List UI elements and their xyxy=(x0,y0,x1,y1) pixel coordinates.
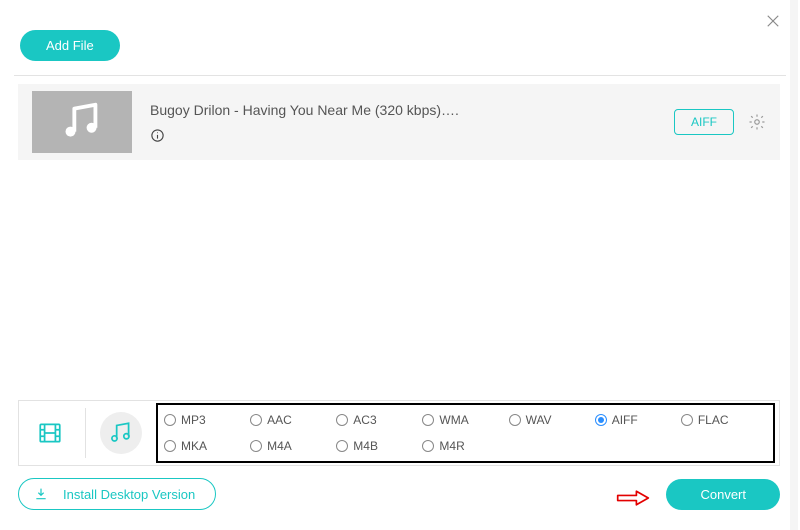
divider xyxy=(14,75,786,76)
format-label: AAC xyxy=(267,413,292,427)
format-option-flac[interactable]: FLAC xyxy=(681,413,767,427)
file-thumbnail xyxy=(32,91,132,153)
radio-icon xyxy=(595,414,607,426)
radio-icon xyxy=(250,440,262,452)
gear-icon[interactable] xyxy=(748,113,766,131)
radio-icon xyxy=(164,414,176,426)
file-title: Bugoy Drilon - Having You Near Me (320 k… xyxy=(150,102,674,118)
format-option-wma[interactable]: WMA xyxy=(422,413,508,427)
radio-icon xyxy=(336,414,348,426)
radio-icon xyxy=(509,414,521,426)
music-icon xyxy=(108,420,134,446)
format-label: M4B xyxy=(353,439,378,453)
format-label: MP3 xyxy=(181,413,206,427)
format-option-m4b[interactable]: M4B xyxy=(336,439,422,453)
file-card: Bugoy Drilon - Having You Near Me (320 k… xyxy=(18,84,780,160)
radio-icon xyxy=(422,414,434,426)
format-label: M4R xyxy=(439,439,464,453)
format-option-m4r[interactable]: M4R xyxy=(422,439,508,453)
radio-icon xyxy=(164,440,176,452)
format-option-wav[interactable]: WAV xyxy=(509,413,595,427)
film-icon xyxy=(37,420,63,446)
radio-icon xyxy=(336,440,348,452)
format-option-mp3[interactable]: MP3 xyxy=(164,413,250,427)
install-desktop-button[interactable]: Install Desktop Version xyxy=(18,478,216,510)
format-label: AC3 xyxy=(353,413,376,427)
format-option-ac3[interactable]: AC3 xyxy=(336,413,422,427)
music-notes-icon xyxy=(59,99,105,145)
format-option-aiff[interactable]: AIFF xyxy=(595,413,681,427)
format-label: WAV xyxy=(526,413,552,427)
format-option-mka[interactable]: MKA xyxy=(164,439,250,453)
format-badge[interactable]: AIFF xyxy=(674,109,734,135)
tab-separator xyxy=(85,408,86,458)
radio-icon xyxy=(681,414,693,426)
format-label: FLAC xyxy=(698,413,729,427)
format-bar: MP3 AAC AC3 WMA WAV AIFF FLAC MKA M4A M4B M4R xyxy=(18,400,780,466)
format-label: AIFF xyxy=(612,413,638,427)
format-label: WMA xyxy=(439,413,468,427)
format-option-m4a[interactable]: M4A xyxy=(250,439,336,453)
radio-icon xyxy=(422,440,434,452)
info-icon[interactable] xyxy=(150,128,165,143)
format-options: MP3 AAC AC3 WMA WAV AIFF FLAC MKA M4A M4B M4R xyxy=(156,403,775,463)
tab-audio[interactable] xyxy=(100,412,142,454)
tab-video[interactable] xyxy=(29,412,71,454)
format-option-aac[interactable]: AAC xyxy=(250,413,336,427)
arrow-annotation-icon xyxy=(616,488,650,508)
close-icon[interactable] xyxy=(764,12,782,30)
download-icon xyxy=(33,486,49,502)
add-file-button[interactable]: Add File xyxy=(20,30,120,61)
install-label: Install Desktop Version xyxy=(63,487,195,502)
convert-button[interactable]: Convert xyxy=(666,479,780,510)
format-label: MKA xyxy=(181,439,207,453)
radio-icon xyxy=(250,414,262,426)
scrollbar[interactable] xyxy=(790,0,798,530)
format-label: M4A xyxy=(267,439,292,453)
